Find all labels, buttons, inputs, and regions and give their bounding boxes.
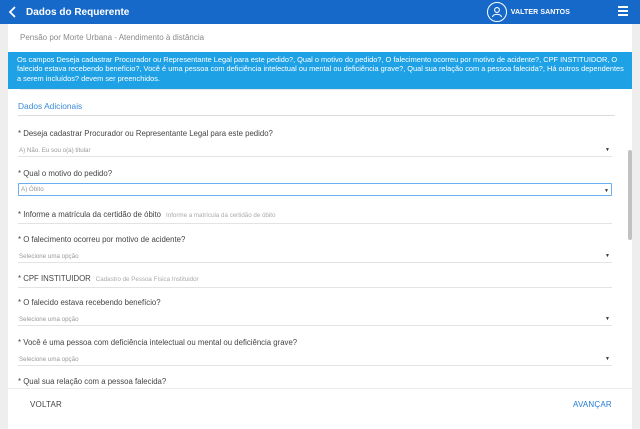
divider	[20, 89, 600, 90]
acidente-select-value: Selecione uma opção	[19, 253, 79, 260]
divider	[18, 223, 612, 224]
divider	[18, 115, 615, 116]
chevron-down-icon: ▼	[605, 253, 610, 259]
relacao-label: * Qual sua relação com a pessoa falecida…	[18, 377, 167, 386]
menu-icon[interactable]	[618, 6, 628, 18]
deficiencia-select[interactable]: Selecione uma opção ▼	[18, 352, 612, 366]
chevron-down-icon: ▼	[605, 316, 610, 322]
acidente-label: * O falecimento ocorreu por motivo de ac…	[18, 235, 186, 244]
section-title: Dados Adicionais	[18, 101, 83, 111]
beneficio-label: * O falecido estava recebendo benefício?	[18, 298, 161, 307]
procurador-select[interactable]: A) Não. Eu sou o(a) titular ▼	[18, 143, 612, 157]
motivo-label: * Qual o motivo do pedido?	[18, 169, 113, 178]
procurador-select-value: A) Não. Eu sou o(a) titular	[19, 147, 91, 154]
matricula-label: * Informe a matrícula da certidão de óbi…	[18, 210, 162, 219]
chevron-down-icon: ▼	[605, 147, 610, 153]
matricula-input[interactable]: Informe a matrícula da certidão de óbito	[166, 212, 275, 219]
motivo-select[interactable]: A) Óbito ▼	[18, 183, 612, 196]
chevron-down-icon: ▼	[605, 356, 610, 362]
chevron-down-icon: ▼	[604, 188, 609, 194]
acidente-select[interactable]: Selecione uma opção ▼	[18, 249, 612, 263]
beneficio-select-value: Selecione uma opção	[19, 316, 79, 323]
service-subtitle: Pensão por Morte Urbana - Atendimento à …	[20, 33, 205, 42]
beneficio-select[interactable]: Selecione uma opção ▼	[18, 312, 612, 326]
user-avatar-icon	[486, 2, 507, 22]
back-arrow-icon[interactable]	[2, 0, 24, 24]
form-scroll-area[interactable]: Dados Adicionais * Deseja cadastrar Proc…	[8, 89, 624, 388]
motivo-select-value: A) Óbito	[21, 186, 44, 193]
divider	[8, 388, 632, 389]
next-button[interactable]: AVANÇAR	[573, 400, 612, 409]
user-name: VALTER SANTOS	[510, 8, 570, 16]
app-bar: Dados do Requerente VALTER SANTOS	[0, 0, 640, 24]
user-menu[interactable]: VALTER SANTOS	[486, 2, 570, 22]
scrollbar-thumb[interactable]	[628, 150, 632, 240]
validation-banner: Os campos Deseja cadastrar Procurador ou…	[8, 52, 632, 89]
procurador-label: * Deseja cadastrar Procurador ou Represe…	[18, 129, 273, 138]
deficiencia-label: * Você é uma pessoa com deficiência inte…	[18, 338, 298, 347]
matricula-field[interactable]: * Informe a matrícula da certidão de óbi…	[18, 210, 275, 219]
app-bar-title: Dados do Requerente	[26, 6, 130, 18]
cpf-input[interactable]: Cadastro de Pessoa Física Instituidor	[96, 276, 199, 283]
cpf-field[interactable]: * CPF INSTITUIDOR Cadastro de Pessoa Físi…	[18, 274, 199, 283]
deficiencia-select-value: Selecione uma opção	[19, 356, 79, 363]
cpf-label: * CPF INSTITUIDOR	[18, 274, 91, 283]
divider	[18, 287, 612, 288]
back-button[interactable]: VOLTAR	[30, 400, 62, 409]
